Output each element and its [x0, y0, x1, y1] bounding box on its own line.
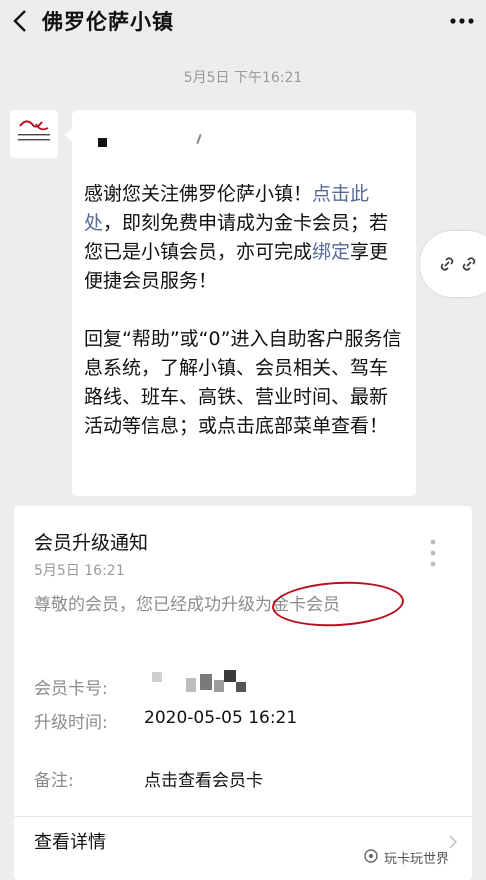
link-icon	[460, 255, 478, 273]
message-bubble: 感谢您关注佛罗伦萨小镇！点击此处，即刻免费申请成为金卡会员；若您已是小镇会员，亦…	[65, 110, 416, 496]
redacted-mark	[186, 678, 196, 692]
watermark-text: 玩卡玩世界	[384, 852, 450, 867]
message-timestamp: 5月5日 下午16:21	[183, 70, 303, 86]
chat-title: 佛罗伦萨小镇	[42, 10, 174, 34]
redacted-mark	[224, 670, 236, 682]
link-share-button[interactable]	[419, 230, 486, 298]
divider	[14, 816, 472, 817]
redacted-mark	[152, 672, 162, 682]
chevron-left-icon[interactable]	[10, 8, 30, 34]
more-horizontal-icon[interactable]	[448, 8, 476, 34]
wechat-moments-icon	[364, 849, 378, 863]
redacted-mark	[236, 682, 246, 692]
highlight-annotation	[270, 578, 406, 630]
florentia-village-logo	[10, 110, 58, 158]
card-number-label: 会员卡号:	[34, 679, 108, 699]
more-vertical-icon[interactable]	[430, 538, 436, 568]
remark-label: 备注:	[34, 771, 74, 791]
upgrade-notice-card[interactable]: 会员升级通知 5月5日 16:21 尊敬的会员，您已经成功升级为金卡会员 会员卡…	[14, 506, 472, 880]
redacted-mark	[196, 133, 202, 145]
card-date: 5月5日 16:21	[34, 563, 125, 579]
bind-link[interactable]: 绑定	[312, 241, 350, 263]
card-title: 会员升级通知	[34, 532, 149, 554]
link-icon	[438, 255, 456, 273]
message-text: 感谢您关注佛罗伦萨小镇！点击此处，即刻免费申请成为金卡会员；若您已是小镇会员，亦…	[84, 180, 406, 441]
avatar[interactable]	[10, 110, 58, 158]
redacted-mark	[98, 138, 107, 147]
chat-header: 佛罗伦萨小镇	[0, 0, 486, 44]
redacted-mark	[214, 680, 224, 692]
help-paragraph: 回复“帮助”或“0”进入自助客户服务信息系统，了解小镇、会员相关、驾车路线、班车…	[84, 328, 402, 437]
remark-value: 点击查看会员卡	[144, 771, 263, 791]
welcome-paragraph: 感谢您关注佛罗伦萨小镇！点击此处，即刻免费申请成为金卡会员；若您已是小镇会员，亦…	[84, 180, 406, 296]
upgrade-time-label: 升级时间:	[34, 713, 108, 733]
redacted-mark	[200, 674, 212, 690]
chevron-right-icon	[449, 835, 458, 849]
welcome-text: 感谢您关注佛罗伦萨小镇！	[84, 183, 313, 205]
upgrade-time-value: 2020-05-05 16:21	[144, 708, 298, 728]
view-details-link[interactable]: 查看详情	[34, 828, 106, 854]
